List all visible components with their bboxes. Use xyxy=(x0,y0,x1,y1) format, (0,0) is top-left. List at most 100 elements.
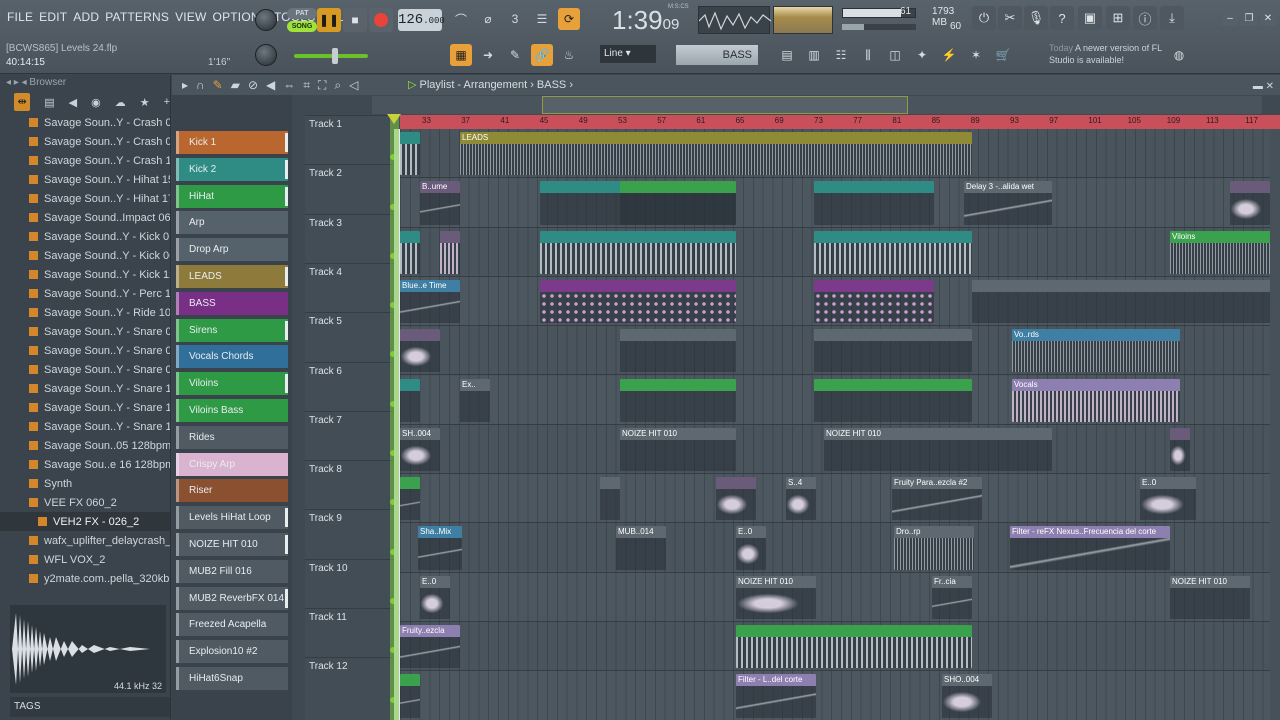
playlist-clip[interactable] xyxy=(400,477,420,521)
playlist-clip[interactable]: Filter - L..del corte xyxy=(736,674,816,718)
track-header[interactable]: Track 8 xyxy=(305,460,400,509)
arrow-right-icon[interactable]: ➜ xyxy=(477,44,499,66)
vertical-scrollbar[interactable] xyxy=(1270,129,1280,720)
browser-item[interactable]: VEH2 FX - 026_2 xyxy=(0,512,170,531)
playlist-clip[interactable] xyxy=(814,329,972,373)
playlist-clip[interactable] xyxy=(620,378,736,422)
menu-item-add[interactable]: ADD xyxy=(70,10,102,24)
arrow-icon[interactable]: ▸ xyxy=(182,75,188,95)
browser-item[interactable]: Savage Soun..Y - Snare 01_2 xyxy=(0,322,170,341)
browser-item[interactable]: Savage Soun..Y - Snare 17_2 xyxy=(0,417,170,436)
globe-icon[interactable]: ◍ xyxy=(1168,44,1190,66)
browser-star-icon[interactable]: ★ xyxy=(140,96,150,109)
playlist-clip[interactable]: Viloins xyxy=(1170,230,1280,274)
download-icon[interactable]: ⤓ xyxy=(1160,6,1184,30)
pattern-item[interactable]: Levels HiHat Loop Drop xyxy=(176,506,288,546)
browser-item[interactable]: VEE FX 060_2 xyxy=(0,493,170,512)
sample-preview[interactable]: 44.1 kHz 32 xyxy=(10,605,166,693)
master-pitch-knob[interactable] xyxy=(255,44,277,66)
tempo-display[interactable]: 126.000 xyxy=(398,9,445,31)
track-header[interactable]: Track 1 xyxy=(305,115,400,164)
playlist-clip[interactable] xyxy=(620,181,736,225)
delete-tool-icon[interactable]: ⊘ xyxy=(248,75,258,95)
browser-item[interactable]: Savage Soun..Y - Snare 02_2 xyxy=(0,341,170,360)
browser-item[interactable]: Savage Soun..Y - Crash 18_2 xyxy=(0,151,170,170)
pattern-item[interactable]: MUB2 ReverbFX 014 xyxy=(176,586,288,610)
playlist-clip[interactable]: SH..004 xyxy=(400,427,440,472)
oscilloscope[interactable] xyxy=(698,6,772,34)
track-header[interactable]: Track 3 xyxy=(305,213,400,263)
playlist-clip[interactable]: E..0 xyxy=(736,526,766,570)
playlist-clip[interactable] xyxy=(716,477,756,521)
pattern-item[interactable]: Crispy Arp xyxy=(176,452,288,476)
playlist-clip[interactable]: Fruity Para..ezcla #2 xyxy=(892,477,982,521)
browser-item[interactable]: Savage Soun..05 128bpm_2 xyxy=(0,436,170,455)
tags-bar[interactable]: TAGS xyxy=(10,697,170,717)
browser-item[interactable]: Savage Soun..Y - Snare 09_2 xyxy=(0,360,170,379)
playlist-clip[interactable]: NOIZE HIT 010 xyxy=(824,427,1052,472)
browser-item[interactable]: Savage Soun..Y - Crash 05_2 xyxy=(0,113,170,132)
info-icon[interactable]: ⓘ xyxy=(1133,6,1157,30)
panic-icon[interactable]: ⏻ xyxy=(972,6,996,30)
pattern-item[interactable]: Kick 1 xyxy=(176,131,288,154)
playlist-clip[interactable] xyxy=(540,230,736,274)
piano-roll-icon[interactable]: ▥ xyxy=(803,44,825,66)
browser-item[interactable]: wafx_uplifter_delaycrash_2 xyxy=(0,531,170,550)
track-header[interactable]: Track 4 xyxy=(305,262,400,312)
playlist-clip[interactable] xyxy=(972,279,1280,324)
playlist-clip[interactable] xyxy=(1230,181,1270,225)
zoom-tool-icon[interactable]: ⌕ xyxy=(334,75,341,95)
playlist-clip[interactable]: E..0 xyxy=(420,575,450,619)
browser-item[interactable]: Savage Sound..Y - Kick 06_2 xyxy=(0,246,170,265)
pattern-item[interactable]: Kick 2 xyxy=(176,157,288,181)
playlist-view-icon[interactable]: ▤ xyxy=(776,44,798,66)
playlist-clip[interactable]: NOIZE HIT 010 xyxy=(620,427,736,472)
browser-file-icon[interactable]: ▤ xyxy=(44,96,54,109)
browser-item[interactable]: Savage Sound..Y - Kick 01_2 xyxy=(0,227,170,246)
playlist-icon[interactable]: ▦ xyxy=(450,44,472,66)
overview-window[interactable] xyxy=(542,96,908,114)
slice-tool-icon[interactable]: ⌗ xyxy=(303,75,310,95)
playlist-clip[interactable] xyxy=(736,625,972,669)
pattern-item[interactable]: Vocals Chords xyxy=(176,345,288,369)
track-header[interactable]: Track 12 xyxy=(305,657,400,706)
track-header[interactable]: Track 9 xyxy=(305,509,400,558)
browser-item[interactable]: WFL VOX_2 xyxy=(0,550,170,569)
playlist-clip[interactable] xyxy=(600,477,620,521)
playlist-clip[interactable]: Vo..rds xyxy=(1012,329,1180,373)
playback-tool-icon[interactable]: ◁ xyxy=(349,75,358,95)
channel-rack-icon[interactable]: ☷ xyxy=(830,44,852,66)
browser-add-icon[interactable]: + xyxy=(164,96,170,108)
pattern-item[interactable]: Freezed Acapella xyxy=(176,613,288,637)
step-edit-icon[interactable]: ☰ xyxy=(531,8,553,30)
help-icon[interactable]: ? xyxy=(1050,6,1074,30)
stop-button[interactable]: ■ xyxy=(343,8,367,32)
pattern-song-toggle[interactable]: PAT SONG xyxy=(287,8,317,32)
pattern-item[interactable]: LEADS xyxy=(176,265,288,288)
mute-tool-icon[interactable]: ◀ xyxy=(266,75,275,95)
playlist-clip[interactable]: NOIZE HIT 010 xyxy=(1170,575,1250,619)
browser-item[interactable]: Savage Sound..Impact 06_2 xyxy=(0,208,170,227)
track-header[interactable]: Track 6 xyxy=(305,361,400,411)
playlist-clip[interactable]: Ex.. xyxy=(460,378,490,422)
playlist-clip[interactable] xyxy=(400,378,420,422)
slip-tool-icon[interactable]: ⇔ xyxy=(283,75,295,95)
song-mode[interactable]: SONG xyxy=(287,21,317,32)
channel-selector[interactable]: BASS xyxy=(676,45,758,65)
timeline-ruler[interactable]: 33 37 41 45 49 53 57 61 65 69 73 77 81 85 89 93 97 101 105… xyxy=(400,115,1280,129)
pattern-item[interactable]: Riser xyxy=(176,479,288,503)
draw-tool-icon[interactable]: ✎ xyxy=(213,75,223,95)
playlist-clip[interactable] xyxy=(814,181,934,225)
pattern-item[interactable]: Drop Arp xyxy=(176,238,288,262)
countdown-icon[interactable]: 3 xyxy=(504,8,526,30)
browser-item[interactable]: Savage Sou..e 16 128bpm_2 xyxy=(0,455,170,474)
metronome-icon[interactable]: ⌒ xyxy=(450,8,472,30)
pattern-item[interactable]: NOIZE HIT 010 xyxy=(176,533,288,556)
menu-item-file[interactable]: FILE xyxy=(4,10,36,24)
browser-item[interactable]: Savage Soun..Y - Crash 09_2 xyxy=(0,132,170,151)
link-icon[interactable]: 🔗 xyxy=(531,44,553,66)
plugin-picker-icon[interactable]: ✦ xyxy=(911,44,933,66)
browser-item[interactable]: Synth xyxy=(0,474,170,493)
magnet-icon[interactable]: ∩ xyxy=(196,75,205,95)
playlist-clip[interactable] xyxy=(620,329,736,373)
